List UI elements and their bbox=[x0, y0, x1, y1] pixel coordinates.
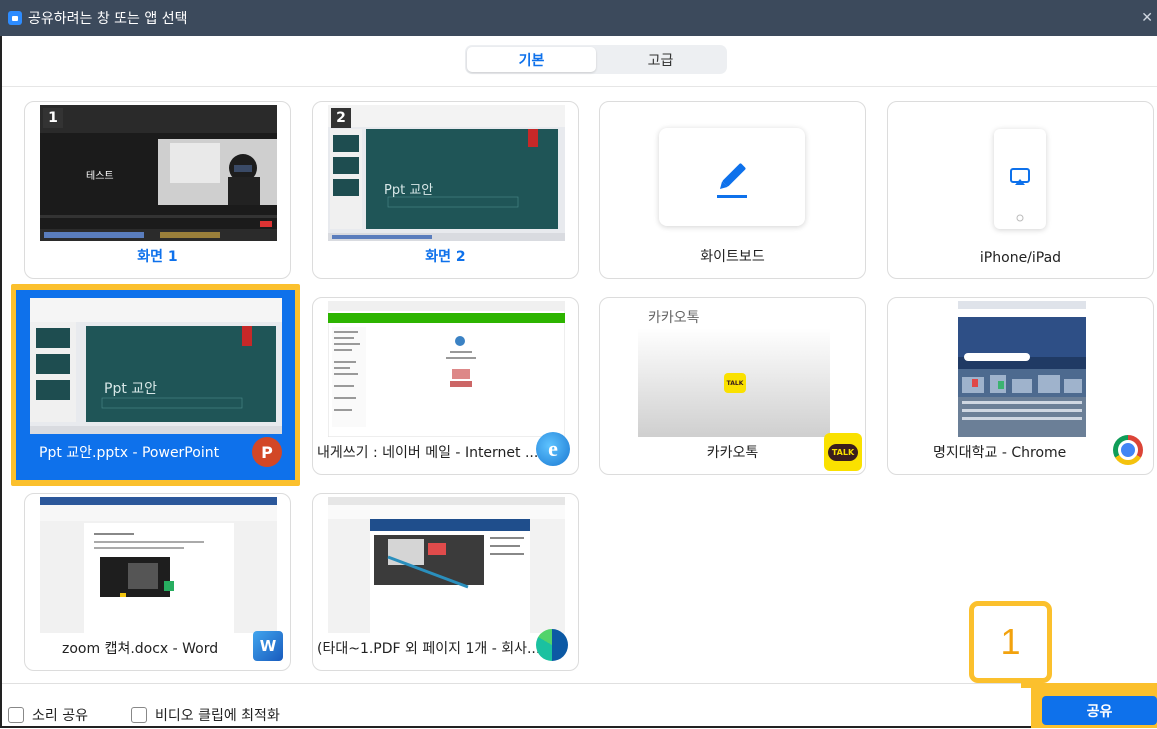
screen-number-badge: 2 bbox=[331, 108, 351, 128]
screen-1-label: 화면 1 bbox=[137, 249, 178, 265]
step-callout: 1 bbox=[969, 601, 1052, 683]
share-sound-checkbox[interactable] bbox=[8, 707, 24, 723]
divider bbox=[2, 86, 1157, 87]
thumbnail-text: Ppt 교안 bbox=[104, 381, 158, 397]
optimize-video-label: 비디오 클립에 최적화 bbox=[155, 708, 280, 724]
chrome-thumbnail bbox=[958, 301, 1086, 437]
word-label: zoom 캡쳐.docx - Word bbox=[62, 641, 219, 657]
share-sound-option[interactable]: 소리 공유 bbox=[8, 705, 88, 725]
zoom-app-icon bbox=[8, 11, 22, 25]
screen-2-label: 화면 2 bbox=[425, 249, 466, 265]
naver-mail-thumbnail bbox=[328, 301, 565, 437]
word-thumbnail bbox=[40, 497, 277, 633]
screen-number-badge: 1 bbox=[43, 108, 63, 128]
powerpoint-thumbnail: Ppt 교안 bbox=[30, 298, 282, 434]
screen-2-card[interactable]: 2 Ppt 교안 화면 2 bbox=[312, 101, 579, 279]
airplay-icon bbox=[1010, 168, 1030, 222]
naver-mail-label: 내게쓰기 : 네이버 메일 - Internet ... bbox=[317, 445, 539, 461]
word-icon: W bbox=[253, 631, 283, 661]
window-title: 공유하려는 창 또는 앱 선택 bbox=[28, 11, 188, 27]
thumbnail-text: 테스트 bbox=[86, 171, 114, 182]
pen-icon bbox=[717, 163, 747, 198]
kakaotalk-icon: TALK bbox=[824, 433, 862, 471]
tab-switcher: 기본 고급 bbox=[465, 45, 727, 74]
powerpoint-icon: P bbox=[252, 437, 282, 467]
chrome-card[interactable]: 명지대학교 - Chrome bbox=[887, 297, 1154, 475]
screen-1-card[interactable]: 1 테스트 화면 1 bbox=[24, 101, 291, 279]
screen-2-thumbnail: 2 Ppt 교안 bbox=[328, 105, 565, 241]
tab-advanced[interactable]: 고급 bbox=[596, 47, 725, 72]
kakaotalk-card[interactable]: 카카오톡 TALK 카카오톡 TALK bbox=[599, 297, 866, 475]
pdf-label: (타대~1.PDF 외 페이지 1개 - 회사... bbox=[317, 641, 541, 657]
share-sound-label: 소리 공유 bbox=[32, 708, 88, 724]
powerpoint-card[interactable]: Ppt 교안 Ppt 교안.pptx - PowerPoint P bbox=[16, 290, 295, 480]
window-frame bbox=[0, 36, 2, 728]
close-icon[interactable]: ✕ bbox=[1141, 10, 1153, 26]
callout-connector bbox=[1021, 683, 1041, 688]
screen-1-thumbnail: 1 테스트 bbox=[40, 105, 277, 241]
chrome-icon bbox=[1113, 435, 1143, 465]
word-card[interactable]: zoom 캡쳐.docx - Word W bbox=[24, 493, 291, 671]
title-bar: 공유하려는 창 또는 앱 선택 ✕ bbox=[0, 0, 1157, 36]
powerpoint-label: Ppt 교안.pptx - PowerPoint bbox=[39, 445, 220, 461]
optimize-video-checkbox[interactable] bbox=[131, 707, 147, 723]
edge-icon bbox=[536, 629, 568, 661]
internet-explorer-icon: e bbox=[536, 432, 570, 466]
pdf-card[interactable]: (타대~1.PDF 외 페이지 1개 - 회사... bbox=[312, 493, 579, 671]
tab-basic[interactable]: 기본 bbox=[467, 47, 596, 72]
whiteboard-card[interactable]: 화이트보드 bbox=[599, 101, 866, 279]
whiteboard-preview bbox=[659, 128, 805, 226]
pdf-thumbnail bbox=[328, 497, 565, 633]
iphone-ipad-label: iPhone/iPad bbox=[979, 250, 1062, 266]
kakaotalk-logo-icon: TALK bbox=[724, 373, 746, 393]
selected-highlight: Ppt 교안 Ppt 교안.pptx - PowerPoint P bbox=[11, 284, 300, 486]
whiteboard-label: 화이트보드 bbox=[700, 249, 765, 265]
iphone-ipad-card[interactable]: iPhone/iPad bbox=[887, 101, 1154, 279]
chrome-label: 명지대학교 - Chrome bbox=[933, 445, 1067, 461]
thumbnail-text: Ppt 교안 bbox=[384, 183, 434, 198]
optimize-video-option[interactable]: 비디오 클립에 최적화 bbox=[131, 705, 280, 725]
share-button[interactable]: 공유 bbox=[1042, 696, 1157, 725]
thumbnail-text: 카카오톡 bbox=[648, 310, 700, 326]
naver-mail-card[interactable]: 내게쓰기 : 네이버 메일 - Internet ... e bbox=[312, 297, 579, 475]
phone-preview bbox=[994, 129, 1046, 229]
kakaotalk-thumbnail: 카카오톡 TALK bbox=[638, 301, 830, 437]
